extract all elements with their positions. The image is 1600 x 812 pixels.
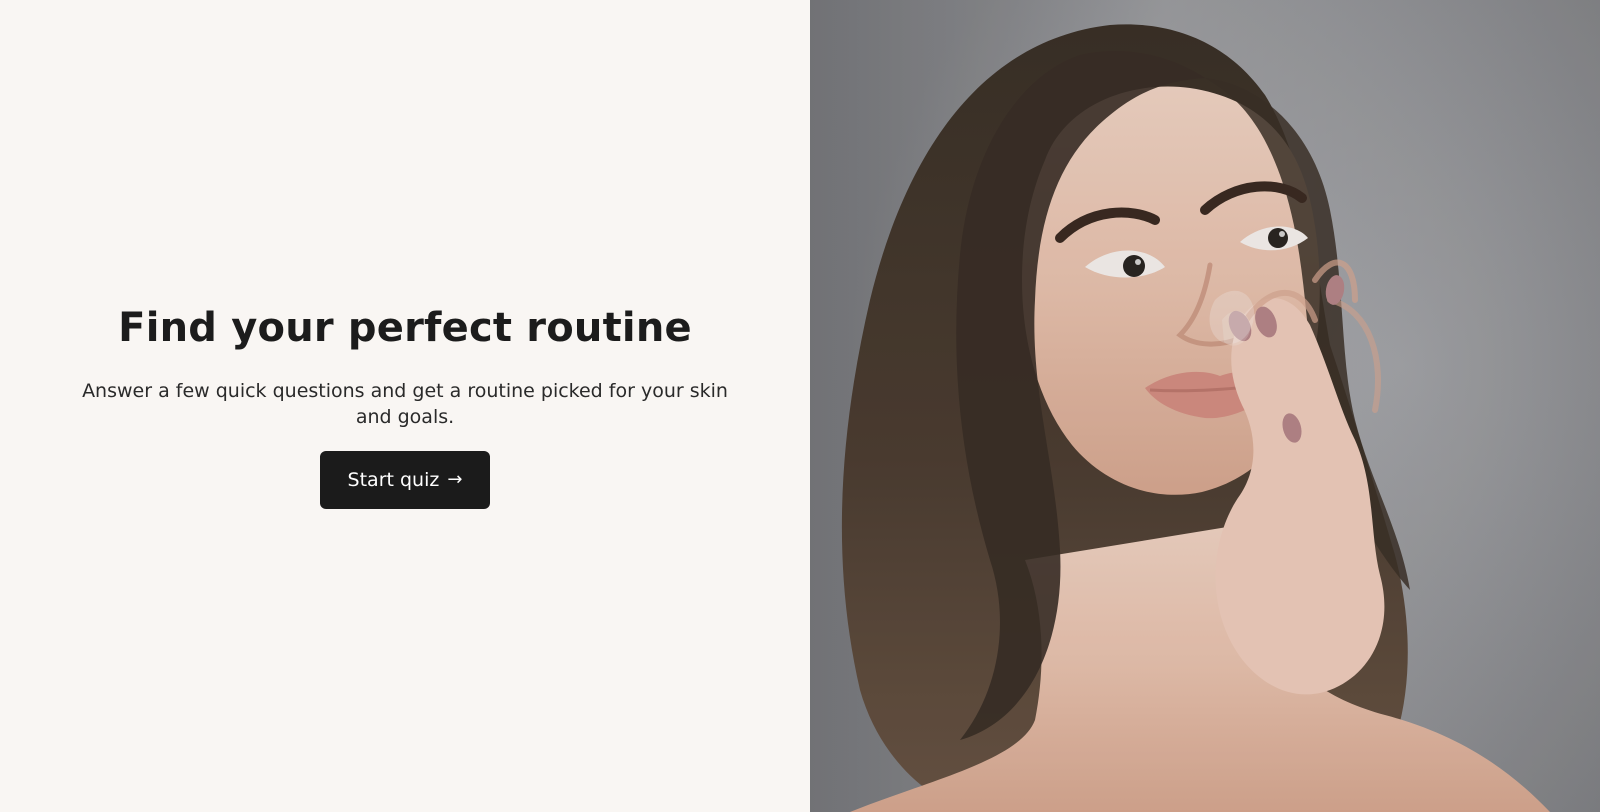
hero-title: Find your perfect routine xyxy=(118,304,692,351)
hero-content: Find your perfect routine Answer a few q… xyxy=(55,304,755,509)
hero-subtitle: Answer a few quick questions and get a r… xyxy=(82,379,728,428)
hero-panel: Find your perfect routine Answer a few q… xyxy=(0,0,810,812)
portrait-photo xyxy=(810,0,1600,812)
hero-image xyxy=(810,0,1600,812)
start-quiz-label: Start quiz xyxy=(347,468,440,491)
arrow-right-icon: → xyxy=(447,469,463,490)
quiz-landing: Find your perfect routine Answer a few q… xyxy=(0,0,1600,812)
start-quiz-button[interactable]: Start quiz → xyxy=(320,450,490,509)
